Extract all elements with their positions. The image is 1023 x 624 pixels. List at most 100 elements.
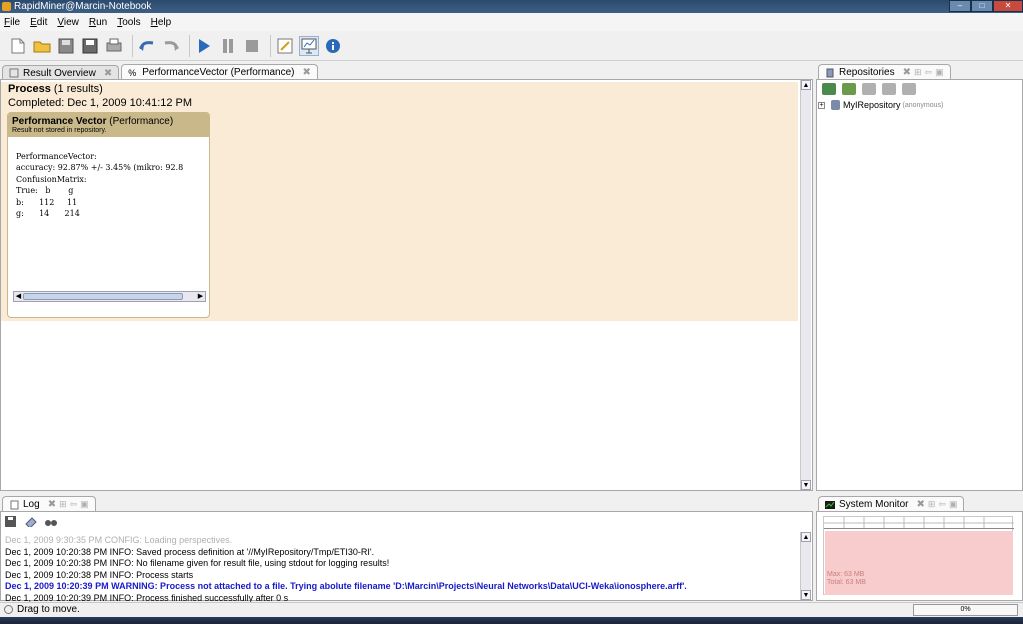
close-button[interactable]: ✕ <box>993 0 1023 12</box>
close-tab-icon[interactable]: ✖ <box>48 499 56 510</box>
process-result-count: (1 results) <box>53 83 103 95</box>
card-horizontal-scrollbar[interactable]: ◀ ▶ <box>13 291 206 302</box>
repository-toolbar <box>818 80 922 98</box>
process-title: Process <box>8 83 51 95</box>
card-note: Result not stored in repository. <box>12 127 107 134</box>
log-line-warning: Dec 1, 2009 10:20:39 PM WARNING: Process… <box>5 581 687 591</box>
menu-run[interactable]: Run <box>89 17 107 28</box>
detach-icon[interactable]: ⊞ <box>59 499 67 510</box>
toolbar-separator <box>132 34 133 57</box>
delete-icon[interactable] <box>902 83 916 95</box>
log-line: Dec 1, 2009 10:20:38 PM INFO: Process st… <box>5 569 194 580</box>
detach-icon[interactable]: ⊞ <box>928 499 936 510</box>
design-perspective-icon[interactable] <box>275 36 295 56</box>
new-process-icon[interactable] <box>8 36 28 56</box>
repositories-tab-bar: Repositories ✖ ⊞ ⇦ ▣ <box>818 63 953 80</box>
status-text: Drag to move. <box>17 604 80 615</box>
tab-result-overview[interactable]: Result Overview ✖ <box>2 65 120 80</box>
close-tab-icon[interactable]: ✖ <box>903 67 911 78</box>
detach-icon[interactable]: ⊞ <box>914 67 922 78</box>
maximize-panel-icon[interactable]: ▣ <box>80 499 89 510</box>
maximize-panel-icon[interactable]: ▣ <box>949 499 958 510</box>
tab-system-monitor[interactable]: System Monitor ✖ ⊞ ⇦ ▣ <box>818 496 965 512</box>
window-controls: – □ ✕ <box>949 0 1023 13</box>
log-toolbar <box>2 513 65 529</box>
title-bar: RapidMiner@Marcin-Notebook – □ ✕ <box>0 0 1023 13</box>
log-vertical-scrollbar[interactable]: ▲ ▼ <box>800 532 811 600</box>
tab-performance-vector[interactable]: % PerformanceVector (Performance) ✖ <box>121 64 318 80</box>
result-perspective-icon[interactable] <box>299 35 319 56</box>
scroll-down-icon[interactable]: ▼ <box>801 480 811 490</box>
close-tab-icon[interactable]: ✖ <box>916 499 924 510</box>
open-icon[interactable] <box>32 36 52 56</box>
main-toolbar <box>0 31 1023 61</box>
tab-log[interactable]: Log ✖ ⊞ ⇦ ▣ <box>2 496 96 512</box>
repository-note: (anonymous) <box>902 101 944 109</box>
repository-tree-item[interactable]: + MyIRepository (anonymous) <box>818 100 943 110</box>
menu-help[interactable]: Help <box>151 17 172 28</box>
expand-icon[interactable]: + <box>818 101 825 109</box>
repository-name: MyIRepository <box>843 100 901 110</box>
menu-tools[interactable]: Tools <box>117 17 140 28</box>
print-icon[interactable] <box>104 36 124 56</box>
os-taskbar <box>0 617 1023 624</box>
scroll-up-icon[interactable]: ▲ <box>801 532 811 542</box>
process-completed-time: Completed: Dec 1, 2009 10:41:12 PM <box>8 97 193 109</box>
result-tab-bar: Result Overview ✖ % PerformanceVector (P… <box>2 63 320 80</box>
pause-icon[interactable] <box>218 36 238 56</box>
undo-icon[interactable] <box>137 36 157 56</box>
card-subtitle: (Performance) <box>109 116 174 127</box>
repositories-panel <box>816 79 1023 491</box>
stop-icon[interactable] <box>242 36 262 56</box>
log-line: Dec 1, 2009 9:30:35 PM CONFIG: Loading p… <box>5 535 233 545</box>
save-log-icon[interactable] <box>5 515 17 527</box>
log-line: Dec 1, 2009 10:20:38 PM INFO: Saved proc… <box>5 546 375 557</box>
card-header: Performance Vector (Performance) Result … <box>8 113 209 137</box>
status-icon <box>4 605 13 614</box>
result-vertical-scrollbar[interactable]: ▲ ▼ <box>800 80 811 490</box>
save-as-icon[interactable] <box>80 36 100 56</box>
refresh-icon[interactable] <box>862 83 876 95</box>
close-tab-icon[interactable]: ✖ <box>104 68 112 79</box>
scroll-thumb[interactable] <box>23 293 183 300</box>
menu-view[interactable]: View <box>57 17 79 28</box>
performance-vector-card[interactable]: Performance Vector (Performance) Result … <box>7 112 210 318</box>
status-bar: Drag to move. 0% <box>0 602 1023 617</box>
tab-label: System Monitor <box>839 499 909 510</box>
scroll-left-icon[interactable]: ◀ <box>14 292 23 301</box>
copy-icon[interactable] <box>882 83 896 95</box>
scroll-down-icon[interactable]: ▼ <box>801 590 811 600</box>
scroll-right-icon[interactable]: ▶ <box>196 292 205 301</box>
minimize-panel-icon[interactable]: ⇦ <box>925 67 933 78</box>
minimize-panel-icon[interactable]: ⇦ <box>938 499 946 510</box>
tab-repositories[interactable]: Repositories ✖ ⊞ ⇦ ▣ <box>818 64 951 80</box>
repository-icon <box>826 68 834 77</box>
info-icon[interactable] <box>323 36 343 56</box>
system-monitor-tab-bar: System Monitor ✖ ⊞ ⇦ ▣ <box>818 495 966 512</box>
redo-icon[interactable] <box>161 36 181 56</box>
tab-label: Repositories <box>839 67 895 78</box>
minimize-panel-icon[interactable]: ⇦ <box>70 499 78 510</box>
toolbar-separator <box>189 34 190 57</box>
menu-bar: File Edit View Run Tools Help <box>0 13 1023 31</box>
scroll-up-icon[interactable]: ▲ <box>801 80 811 90</box>
menu-file[interactable]: File <box>4 17 20 28</box>
minimize-button[interactable]: – <box>949 0 971 12</box>
save-icon[interactable] <box>56 36 76 56</box>
menu-edit[interactable]: Edit <box>30 17 47 28</box>
window-title: RapidMiner@Marcin-Notebook <box>14 1 152 12</box>
search-log-icon[interactable] <box>45 516 57 527</box>
card-title: Performance Vector <box>12 116 107 127</box>
tab-label: Log <box>23 499 40 510</box>
maximize-panel-icon[interactable]: ▣ <box>935 67 944 78</box>
database-icon <box>831 100 840 110</box>
clear-log-icon[interactable] <box>25 516 37 529</box>
maximize-button[interactable]: □ <box>971 0 993 12</box>
close-tab-icon[interactable]: ✖ <box>302 67 310 78</box>
rapidminer-app-icon <box>2 2 11 11</box>
memory-max: Max: 63 MB <box>827 571 865 578</box>
result-overview-icon <box>9 68 19 78</box>
add-repository-icon[interactable] <box>822 83 836 95</box>
import-icon[interactable] <box>842 83 856 95</box>
run-icon[interactable] <box>194 36 214 56</box>
